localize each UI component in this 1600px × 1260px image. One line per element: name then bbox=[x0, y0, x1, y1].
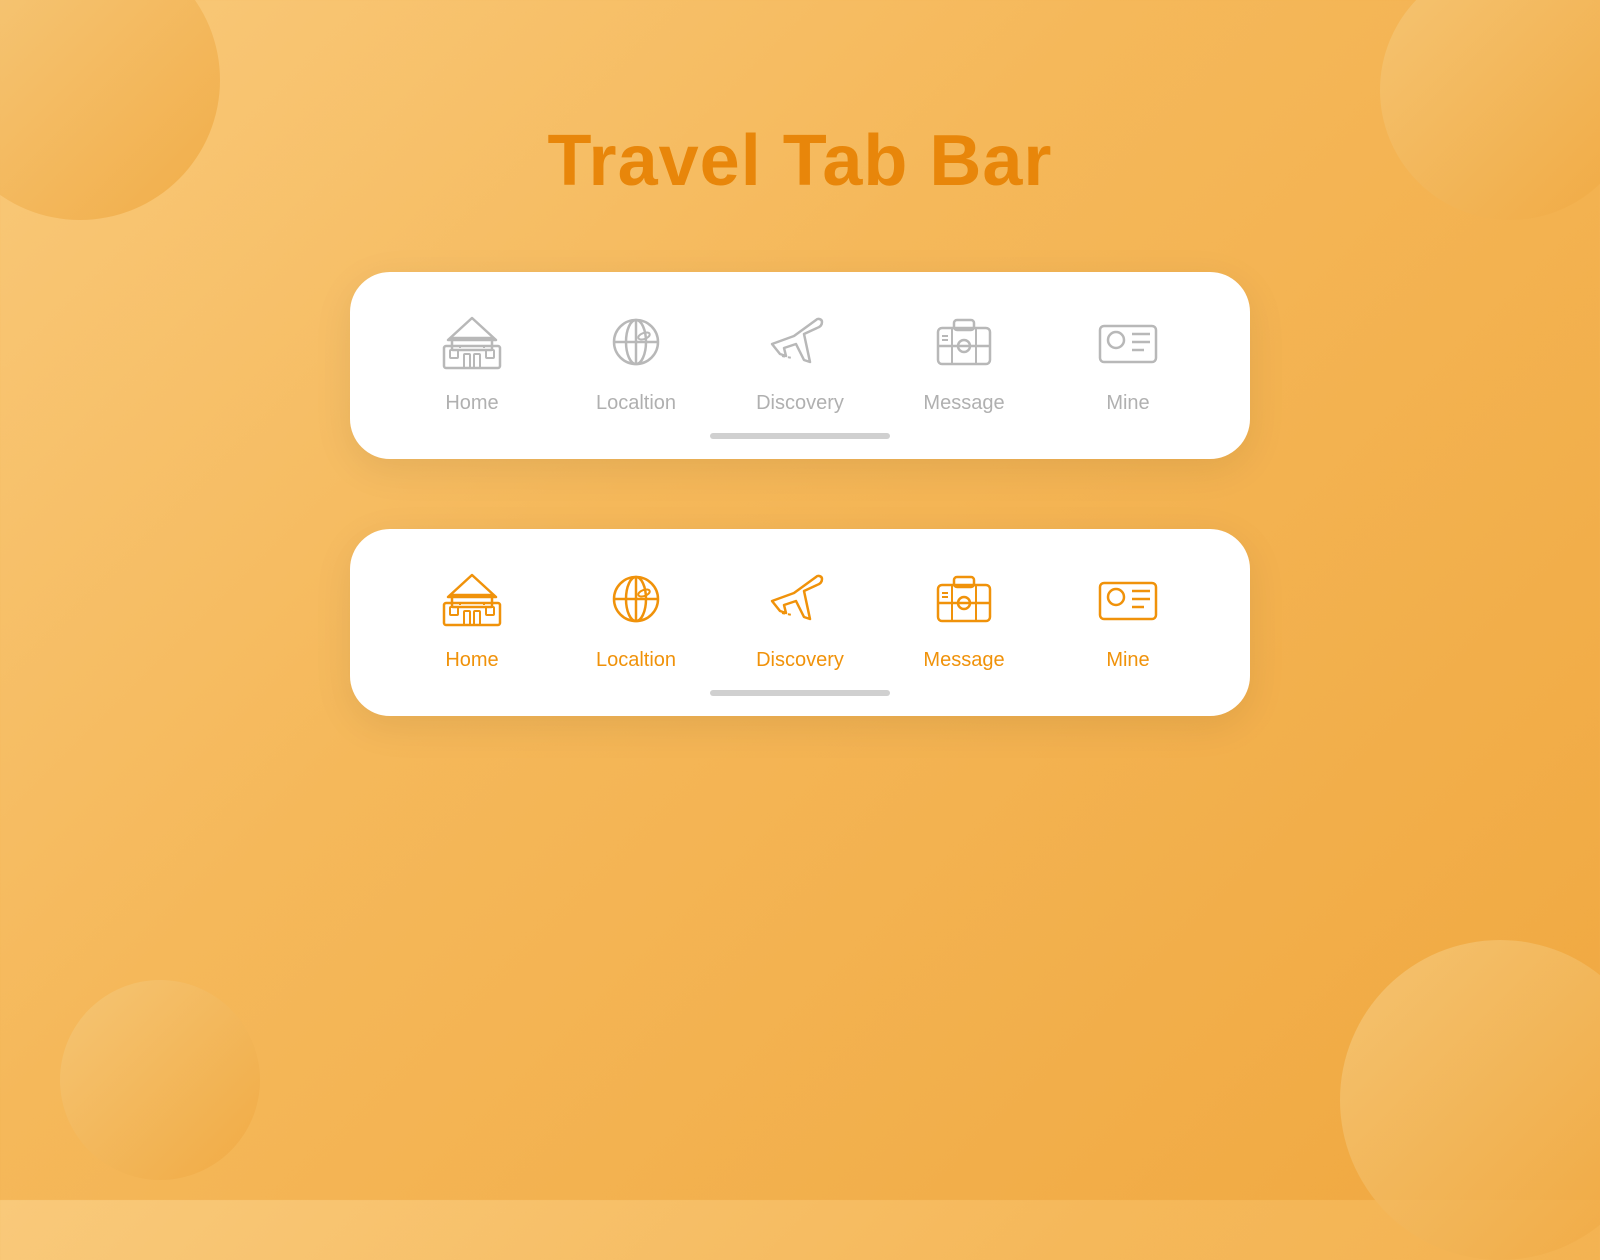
home-icon bbox=[432, 302, 512, 382]
decorative-circle-bottom-right bbox=[1340, 940, 1600, 1260]
tab-home-inactive-label: Home bbox=[445, 392, 498, 415]
location-icon bbox=[596, 302, 676, 382]
tab-home-inactive[interactable]: Home bbox=[412, 302, 532, 415]
mine-icon-active bbox=[1088, 559, 1168, 639]
tab-message-active-label: Message bbox=[923, 649, 1004, 672]
tab-discovery-inactive-label: Discovery bbox=[756, 392, 844, 415]
discovery-icon bbox=[760, 302, 840, 382]
tab-message-inactive-label: Message bbox=[923, 392, 1004, 415]
tab-home-active-label: Home bbox=[445, 649, 498, 672]
home-indicator-inactive bbox=[710, 433, 890, 439]
tabbar-inactive: Home Localtion bbox=[350, 272, 1250, 459]
discovery-icon-active bbox=[760, 559, 840, 639]
page-title: Travel Tab Bar bbox=[548, 120, 1053, 202]
tab-discovery-active-label: Discovery bbox=[756, 649, 844, 672]
tab-location-inactive[interactable]: Localtion bbox=[576, 302, 696, 415]
decorative-circle-top-right bbox=[1380, 0, 1600, 220]
message-icon-active bbox=[924, 559, 1004, 639]
tab-message-active[interactable]: Message bbox=[904, 559, 1024, 672]
tab-mine-active[interactable]: Mine bbox=[1068, 559, 1188, 672]
decorative-circle-top-left bbox=[0, 0, 220, 220]
tab-location-active-label: Localtion bbox=[596, 649, 676, 672]
location-icon-active bbox=[596, 559, 676, 639]
tabbar-active: Home Localtion bbox=[350, 529, 1250, 716]
tab-location-active[interactable]: Localtion bbox=[576, 559, 696, 672]
mine-icon bbox=[1088, 302, 1168, 382]
tab-discovery-inactive[interactable]: Discovery bbox=[740, 302, 860, 415]
tab-location-inactive-label: Localtion bbox=[596, 392, 676, 415]
tab-mine-inactive-label: Mine bbox=[1106, 392, 1149, 415]
tab-home-active[interactable]: Home bbox=[412, 559, 532, 672]
home-icon-active bbox=[432, 559, 512, 639]
home-indicator-active bbox=[710, 690, 890, 696]
tab-mine-inactive[interactable]: Mine bbox=[1068, 302, 1188, 415]
tab-discovery-active[interactable]: Discovery bbox=[740, 559, 860, 672]
message-icon bbox=[924, 302, 1004, 382]
tab-message-inactive[interactable]: Message bbox=[904, 302, 1024, 415]
decorative-circle-bottom-left bbox=[60, 980, 260, 1180]
tab-mine-active-label: Mine bbox=[1106, 649, 1149, 672]
